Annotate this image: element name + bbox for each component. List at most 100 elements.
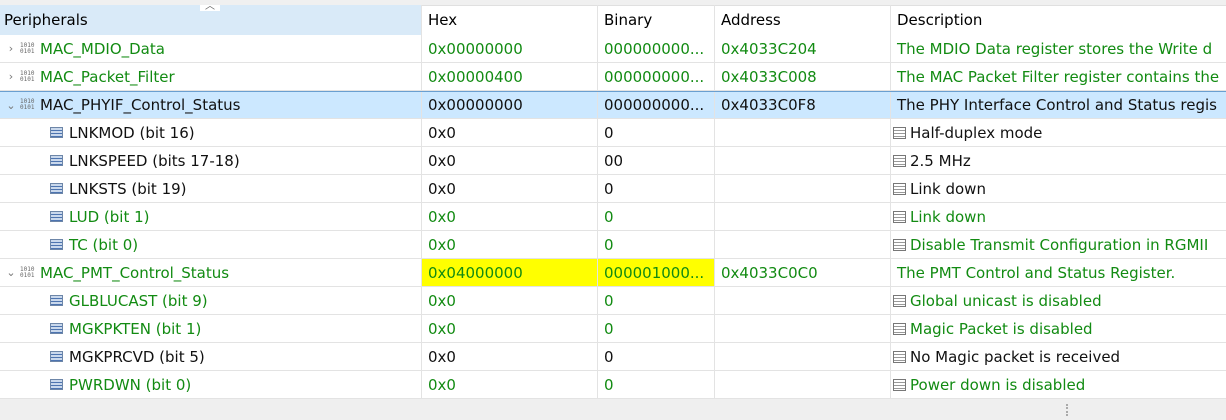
- binary-value-cell[interactable]: 000000000...: [598, 35, 715, 62]
- hex-value-cell[interactable]: 0x00000400: [422, 63, 598, 90]
- chevron-down-icon[interactable]: ⌄: [2, 266, 20, 279]
- hex-value-cell[interactable]: 0x0: [422, 287, 598, 314]
- peripheral-name: MAC_Packet_Filter: [40, 67, 175, 86]
- peripheral-name: LUD (bit 1): [69, 207, 150, 226]
- table-row[interactable]: LNKSPEED (bits 17-18) 0x0 00 2.5 MHz: [0, 147, 1226, 175]
- binary-value-cell[interactable]: 0: [598, 119, 715, 146]
- hex-value-cell[interactable]: 0x0: [422, 343, 598, 370]
- table-row[interactable]: ⌄ 1010 0101 MAC_PMT_Control_Status 0x040000…: [0, 259, 1226, 287]
- field-icon: [50, 155, 63, 166]
- description-cell: The PMT Control and Status Register.: [891, 259, 1226, 286]
- enum-icon: [893, 126, 906, 139]
- binary-value-cell[interactable]: 0: [598, 175, 715, 202]
- description-text: Power down is disabled: [910, 375, 1086, 394]
- field-icon: [50, 183, 63, 194]
- hex-value-cell[interactable]: 0x04000000: [422, 259, 598, 286]
- chevron-right-icon[interactable]: ›: [2, 42, 20, 55]
- peripheral-name: LNKSTS (bit 19): [69, 179, 187, 198]
- table-row[interactable]: PWRDWN (bit 0) 0x0 0 Power down is disab…: [0, 371, 1226, 399]
- address-cell: [715, 119, 891, 146]
- column-header-description[interactable]: Description: [891, 5, 1226, 35]
- description-cell: Link down: [891, 203, 1226, 230]
- description-cell: Global unicast is disabled: [891, 287, 1226, 314]
- binary-value-cell[interactable]: 0: [598, 231, 715, 258]
- binary-value-cell[interactable]: 0: [598, 343, 715, 370]
- hex-value-cell[interactable]: 0x0: [422, 315, 598, 342]
- binary-value-cell[interactable]: 0: [598, 315, 715, 342]
- table-row[interactable]: MGKPKTEN (bit 1) 0x0 0 Magic Packet is d…: [0, 315, 1226, 343]
- enum-icon: [893, 350, 906, 363]
- description-cell: The MDIO Data register stores the Write …: [891, 35, 1226, 62]
- peripheral-name: LNKSPEED (bits 17-18): [69, 151, 240, 170]
- peripheral-name-cell: GLBLUCAST (bit 9): [0, 287, 422, 314]
- column-header-peripherals[interactable]: ︿ Peripherals: [0, 5, 422, 35]
- peripheral-name-cell: LNKSPEED (bits 17-18): [0, 147, 422, 174]
- description-text: Link down: [910, 207, 986, 226]
- address-cell: 0x4033C008: [715, 63, 891, 90]
- table-body: › 1010 0101 MAC_MDIO_Data 0x00000000 000000…: [0, 35, 1226, 399]
- chevron-right-icon[interactable]: ›: [2, 70, 20, 83]
- peripherals-table: ︿ Peripherals Hex Binary Address Descript…: [0, 5, 1226, 399]
- table-row[interactable]: › 1010 0101 MAC_Packet_Filter 0x00000400 00…: [0, 63, 1226, 91]
- description-cell: Half-duplex mode: [891, 119, 1226, 146]
- resize-grip-icon[interactable]: [1066, 404, 1070, 416]
- address-cell: 0x4033C204: [715, 35, 891, 62]
- table-row[interactable]: LNKSTS (bit 19) 0x0 0 Link down: [0, 175, 1226, 203]
- table-row[interactable]: ⌄ 1010 0101 MAC_PHYIF_Control_Status 0x0000…: [0, 91, 1226, 119]
- enum-icon: [893, 182, 906, 195]
- address-cell: [715, 287, 891, 314]
- field-icon: [50, 323, 63, 334]
- hex-value-cell[interactable]: 0x0: [422, 119, 598, 146]
- hex-value-cell[interactable]: 0x0: [422, 147, 598, 174]
- hex-value-cell[interactable]: 0x0: [422, 231, 598, 258]
- peripheral-name: MAC_PMT_Control_Status: [40, 263, 230, 282]
- register-icon: 1010 0101: [20, 98, 35, 111]
- column-header-address[interactable]: Address: [715, 5, 891, 35]
- peripheral-name-cell: MGKPRCVD (bit 5): [0, 343, 422, 370]
- peripheral-name-cell: TC (bit 0): [0, 231, 422, 258]
- binary-value-cell[interactable]: 00: [598, 147, 715, 174]
- peripheral-name-cell: LNKMOD (bit 16): [0, 119, 422, 146]
- binary-value-cell[interactable]: 000001000...: [598, 259, 715, 286]
- chevron-down-icon[interactable]: ⌄: [2, 99, 20, 112]
- binary-value-cell[interactable]: 000000000...: [598, 92, 715, 118]
- description-text: No Magic packet is received: [910, 347, 1121, 366]
- binary-value-cell[interactable]: 000000000...: [598, 63, 715, 90]
- binary-value-cell[interactable]: 0: [598, 203, 715, 230]
- table-row[interactable]: LUD (bit 1) 0x0 0 Link down: [0, 203, 1226, 231]
- register-icon: 1010 0101: [20, 265, 35, 279]
- description-text: The PMT Control and Status Register.: [897, 263, 1176, 282]
- table-row[interactable]: LNKMOD (bit 16) 0x0 0 Half-duplex mode: [0, 119, 1226, 147]
- hex-value-cell[interactable]: 0x0: [422, 371, 598, 398]
- address-cell: [715, 175, 891, 202]
- description-text: 2.5 MHz: [910, 151, 971, 170]
- hex-value-cell[interactable]: 0x0: [422, 175, 598, 202]
- binary-value-cell[interactable]: 0: [598, 371, 715, 398]
- hex-value-cell[interactable]: 0x00000000: [422, 92, 598, 118]
- description-text: Magic Packet is disabled: [910, 319, 1093, 338]
- description-cell: 2.5 MHz: [891, 147, 1226, 174]
- peripheral-name: PWRDWN (bit 0): [69, 375, 192, 394]
- description-text: The MDIO Data register stores the Write …: [897, 39, 1213, 58]
- hex-value-cell[interactable]: 0x00000000: [422, 35, 598, 62]
- peripheral-name: MAC_PHYIF_Control_Status: [40, 96, 241, 114]
- enum-icon: [893, 238, 906, 251]
- table-row[interactable]: GLBLUCAST (bit 9) 0x0 0 Global unicast i…: [0, 287, 1226, 315]
- description-text: Global unicast is disabled: [910, 291, 1102, 310]
- description-cell: Magic Packet is disabled: [891, 315, 1226, 342]
- enum-icon: [893, 378, 906, 391]
- description-cell: Link down: [891, 175, 1226, 202]
- peripheral-name: MAC_MDIO_Data: [40, 39, 165, 58]
- field-icon: [50, 351, 63, 362]
- table-row[interactable]: › 1010 0101 MAC_MDIO_Data 0x00000000 000000…: [0, 35, 1226, 63]
- column-header-binary[interactable]: Binary: [598, 5, 715, 35]
- field-icon: [50, 127, 63, 138]
- table-row[interactable]: TC (bit 0) 0x0 0 Disable Transmit Config…: [0, 231, 1226, 259]
- binary-value-cell[interactable]: 0: [598, 287, 715, 314]
- address-cell: [715, 147, 891, 174]
- table-row[interactable]: MGKPRCVD (bit 5) 0x0 0 No Magic packet i…: [0, 343, 1226, 371]
- column-header-hex[interactable]: Hex: [422, 5, 598, 35]
- description-text: The MAC Packet Filter register contains …: [897, 67, 1220, 86]
- peripheral-name-cell: LUD (bit 1): [0, 203, 422, 230]
- hex-value-cell[interactable]: 0x0: [422, 203, 598, 230]
